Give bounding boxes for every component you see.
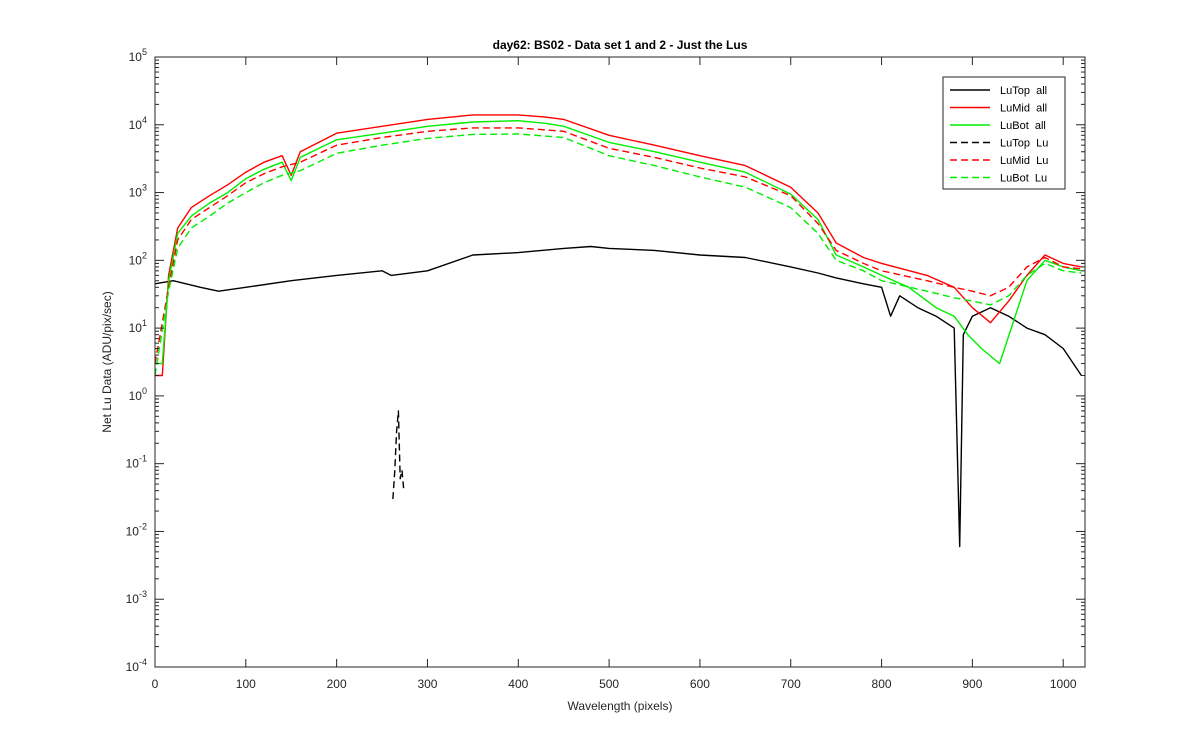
y-tick-exponent: -2 <box>139 521 147 531</box>
x-tick-label: 700 <box>781 677 801 691</box>
y-tick-exponent: 4 <box>142 115 147 125</box>
chart-title: day62: BS02 - Data set 1 and 2 - Just th… <box>493 38 748 52</box>
y-axis-label: Net Lu Data (ADU/pix/sec) <box>100 291 114 432</box>
x-tick-label: 400 <box>508 677 528 691</box>
x-tick-label: 800 <box>872 677 892 691</box>
y-tick-exponent: 2 <box>142 250 147 260</box>
y-tick-exponent: 0 <box>142 386 147 396</box>
x-tick-label: 300 <box>417 677 437 691</box>
chart: day62: BS02 - Data set 1 and 2 - Just th… <box>0 0 1200 750</box>
y-tick-exponent: -4 <box>139 657 147 667</box>
legend-label-4: LuMid Lu <box>1000 155 1048 167</box>
y-tick-exponent: -1 <box>139 454 147 464</box>
legend-label-2: LuBot all <box>1000 120 1046 132</box>
x-axis-label: Wavelength (pixels) <box>568 699 673 713</box>
x-tick-label: 200 <box>327 677 347 691</box>
x-tick-label: 100 <box>236 677 256 691</box>
y-tick-exponent: 1 <box>142 318 147 328</box>
legend-label-5: LuBot Lu <box>1000 173 1047 185</box>
x-tick-label: 900 <box>962 677 982 691</box>
legend-label-1: LuMid all <box>1000 103 1047 115</box>
legend-label-3: LuTop Lu <box>1000 138 1048 150</box>
legend-label-0: LuTop all <box>1000 85 1047 97</box>
x-tick-label: 1000 <box>1050 677 1077 691</box>
x-tick-label: 500 <box>599 677 619 691</box>
y-tick-exponent: 3 <box>142 183 147 193</box>
legend: LuTop all LuMid all LuBot all LuTop Lu LuMid… <box>942 76 1066 190</box>
x-tick-label: 0 <box>152 677 159 691</box>
y-tick-exponent: -3 <box>139 589 147 599</box>
x-tick-label: 600 <box>690 677 710 691</box>
y-tick-exponent: 5 <box>142 47 147 57</box>
